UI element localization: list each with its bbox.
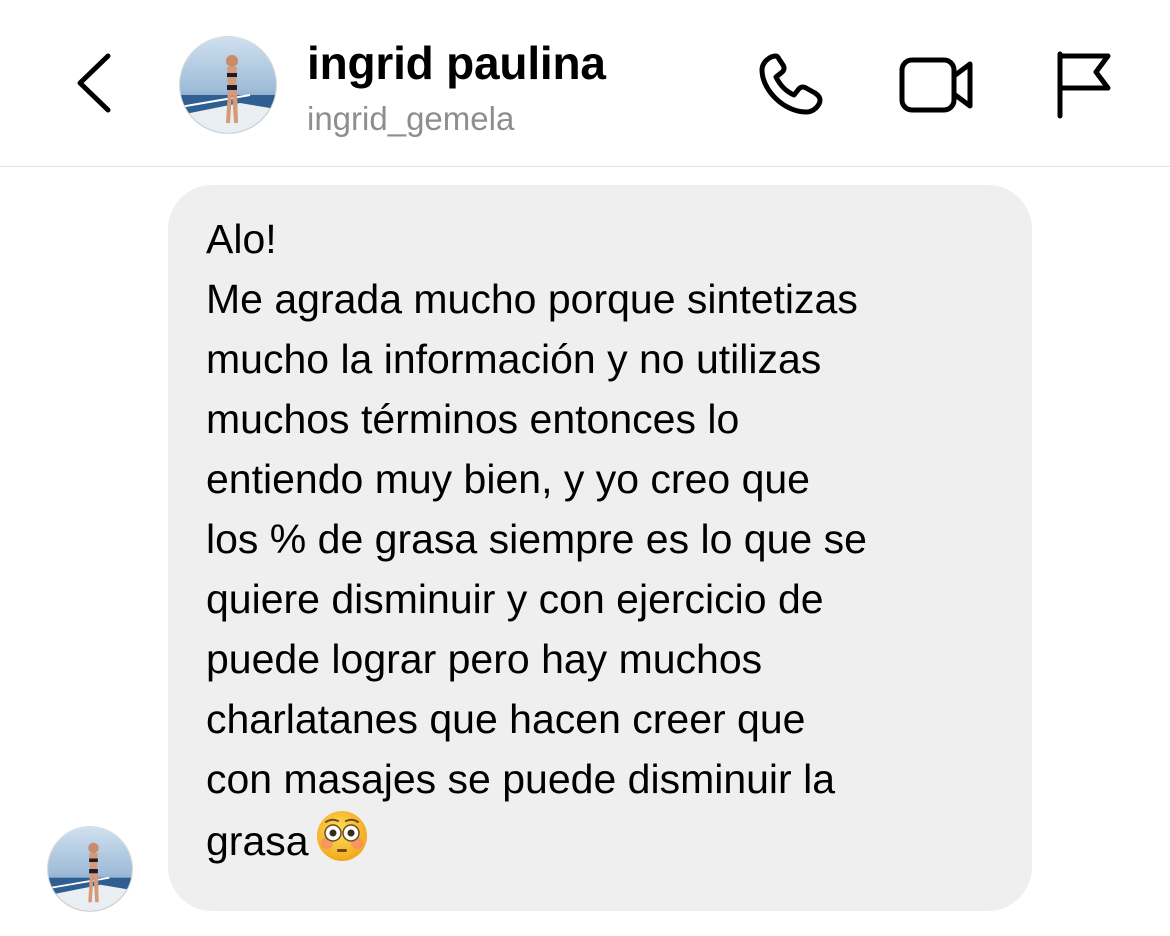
chevron-left-icon	[77, 53, 111, 113]
flushed-face-emoji	[316, 811, 367, 861]
contact-username: ingrid_gemela	[307, 100, 515, 137]
message-greeting: Alo!	[206, 216, 277, 262]
back-button[interactable]	[70, 48, 120, 118]
message-body: Me agrada mucho porque sintetizas mucho …	[206, 276, 867, 864]
flag-icon[interactable]	[1052, 50, 1114, 120]
sender-avatar[interactable]	[48, 827, 132, 911]
chat-header: ingrid paulina ingrid_gemela	[0, 0, 1170, 167]
phone-icon[interactable]	[754, 50, 826, 120]
contact-name: ingrid paulina	[307, 37, 606, 89]
avatar[interactable]	[180, 37, 276, 133]
message-text: Me agrada mucho porque sintetizas mucho …	[206, 269, 1002, 871]
profile-photo	[180, 37, 276, 133]
video-camera-icon[interactable]	[898, 52, 976, 118]
message-bubble[interactable]: Alo! Me agrada mucho porque sintetizas m…	[168, 185, 1032, 911]
profile-photo	[48, 827, 132, 911]
